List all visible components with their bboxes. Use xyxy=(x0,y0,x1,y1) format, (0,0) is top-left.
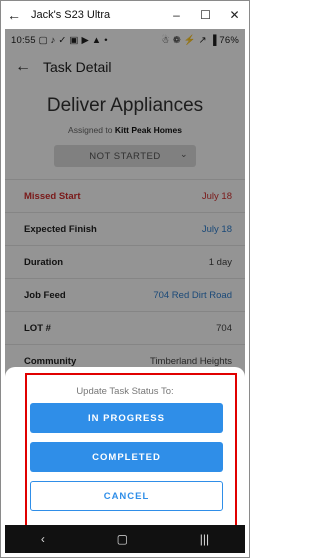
device-window: ← Jack's S23 Ultra – ☐ ✕ 10:55 ▢ ♪ ✓ ▣ ▶… xyxy=(0,0,250,558)
phone-screen: 10:55 ▢ ♪ ✓ ▣ ▶ ▲ • ☃ ❁ ⚡ ↗ ▐ 76% ← Task… xyxy=(5,29,245,553)
completed-button[interactable]: COMPLETED xyxy=(30,442,223,472)
minimize-icon[interactable]: – xyxy=(162,8,191,22)
nav-recents-icon[interactable]: ||| xyxy=(200,532,209,546)
in-progress-button[interactable]: IN PROGRESS xyxy=(30,403,223,433)
window-title: Jack's S23 Ultra xyxy=(31,9,111,21)
android-nav-bar: ‹ ▢ ||| xyxy=(5,525,245,553)
window-back-icon[interactable]: ← xyxy=(1,7,27,23)
sheet-title: Update Task Status To: xyxy=(76,386,174,397)
maximize-icon[interactable]: ☐ xyxy=(191,8,220,22)
window-titlebar: ← Jack's S23 Ultra – ☐ ✕ xyxy=(1,1,249,29)
close-icon[interactable]: ✕ xyxy=(220,8,249,22)
nav-home-icon[interactable]: ▢ xyxy=(117,532,128,546)
nav-back-icon[interactable]: ‹ xyxy=(41,532,45,546)
cancel-button[interactable]: CANCEL xyxy=(30,481,223,511)
